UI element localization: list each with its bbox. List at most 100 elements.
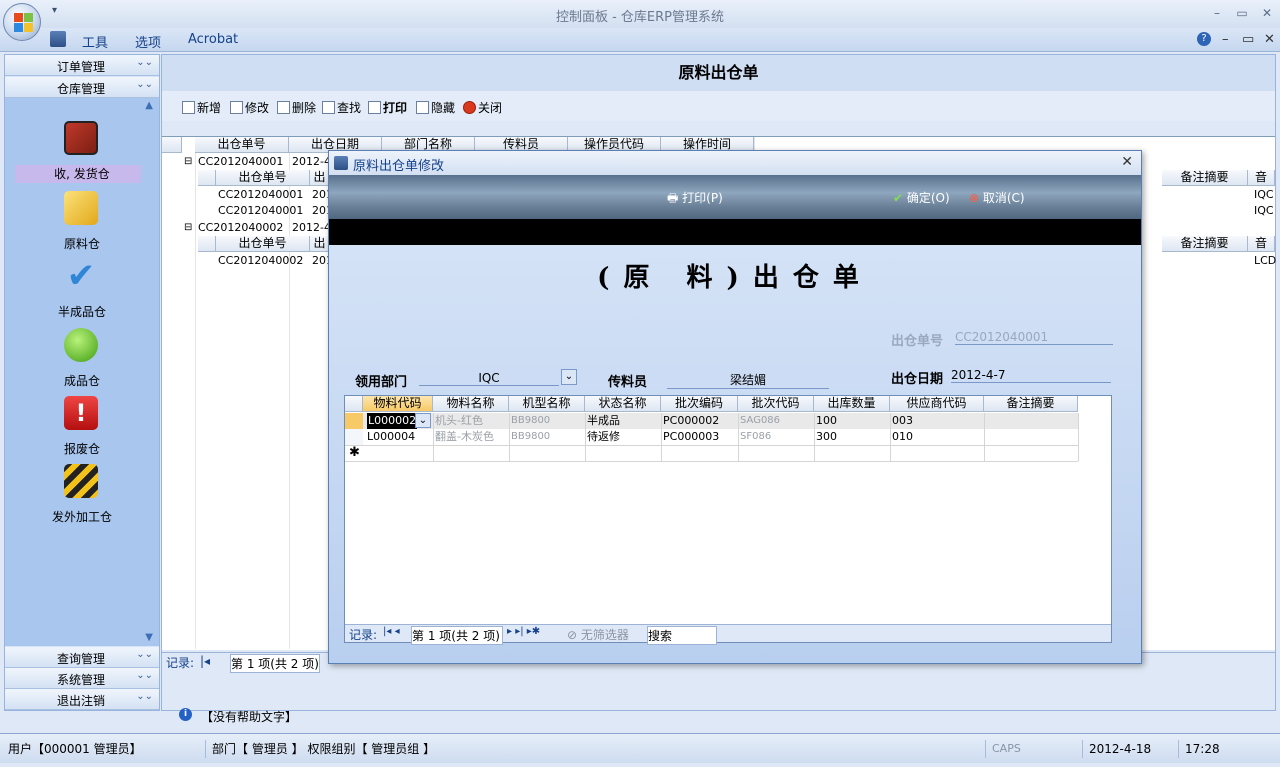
date-field[interactable]: 2012-4-7 (951, 368, 1111, 383)
sub-select-corner[interactable] (198, 170, 216, 186)
select-all-corner[interactable] (162, 137, 182, 153)
sub-col-header[interactable]: 出 (310, 170, 330, 186)
sub-col-header[interactable]: 出仓单号 (216, 236, 310, 252)
menu-options[interactable]: 选项 (135, 32, 161, 51)
dialog-cancel-button[interactable]: ⊗ 取消(C) (969, 189, 1025, 206)
first-record-button[interactable]: |◂ (200, 654, 210, 668)
dialog-close-icon[interactable]: ✕ (1121, 154, 1133, 170)
detail-record-navigator: 记录: |◂ ◂ 第 1 项(共 2 项) ▸ ▸| ▸✱ ⊘ 无筛选器 搜索 (345, 624, 1111, 645)
first-record-button[interactable]: |◂ ◂ (383, 626, 400, 637)
close-button[interactable]: ✕ (1256, 5, 1278, 21)
col-header[interactable]: 出库数量 (814, 396, 890, 412)
detail-grid[interactable]: 物料代码 物料名称 机型名称 状态名称 批次编码 批次代码 出库数量 供应商代码… (344, 395, 1112, 645)
quick-access-dropdown[interactable]: ▾ (52, 5, 57, 16)
mdi-minimize-button[interactable]: – (1222, 32, 1229, 47)
next-record-button[interactable]: ▸ ▸| ▸✱ (507, 626, 540, 637)
delete-icon (277, 101, 290, 114)
nav-item-finished[interactable]: 成品仓 (5, 328, 159, 392)
nav-group-query[interactable]: 查询管理 ⌄⌄ (5, 647, 159, 668)
grid-line (195, 137, 196, 649)
dept-select[interactable]: IQC (419, 371, 559, 386)
search-input[interactable]: 搜索 (647, 626, 717, 645)
edit-button[interactable]: 修改 (230, 99, 269, 116)
nav-item-outsourced[interactable]: 发外加工仓 (5, 464, 159, 528)
nav-item-scrap[interactable]: ! 报废仓 (5, 396, 159, 460)
select-all-corner[interactable] (345, 396, 363, 412)
binoculars-icon (322, 101, 335, 114)
help-icon[interactable]: ? (1197, 32, 1211, 46)
minimize-button[interactable]: – (1206, 5, 1228, 21)
dropdown-arrow-icon[interactable]: ⌄ (415, 413, 431, 428)
expand-toggle-icon[interactable]: ⊟ (184, 220, 192, 236)
new-button[interactable]: 新增 (182, 99, 221, 116)
sub-col-header[interactable]: 备注摘要 (1162, 170, 1248, 186)
material-code-cell[interactable]: L000004 (367, 429, 415, 445)
sub-col-header[interactable]: 音 (1248, 170, 1275, 186)
mdi-restore-button[interactable]: ▭ (1242, 32, 1254, 47)
supplier-cell[interactable]: 003 (892, 413, 913, 429)
col-header[interactable]: 状态名称 (585, 396, 661, 412)
filter-status[interactable]: ⊘ 无筛选器 (567, 626, 629, 643)
scroll-down-icon[interactable]: ▼ (145, 632, 153, 643)
menu-tools[interactable]: 工具 (82, 32, 108, 51)
material-name-cell: 机头-红色 (435, 414, 483, 427)
col-header[interactable]: 出仓单号 (195, 137, 289, 153)
doc-no-field[interactable]: CC2012040001 (955, 330, 1113, 345)
hide-button[interactable]: 隐藏 (416, 99, 455, 116)
chevron-down-icon: ⌄⌄ (136, 57, 153, 68)
restore-button[interactable]: ▭ (1231, 5, 1253, 21)
col-header[interactable]: 物料名称 (433, 396, 509, 412)
dialog-title-bar[interactable]: 原料出仓单修改 ✕ (329, 151, 1141, 175)
chevron-up-icon: ⌄⌄ (136, 79, 153, 90)
status-cell[interactable]: 半成品 (587, 413, 620, 429)
nav-group-order[interactable]: 订单管理 ⌄⌄ (5, 55, 159, 76)
record-position[interactable]: 第 1 项(共 2 项) (411, 626, 503, 645)
batch-no-cell[interactable]: PC000003 (663, 429, 719, 445)
close-form-label: 关闭 (478, 101, 503, 115)
supplier-cell[interactable]: 010 (892, 429, 913, 445)
dialog-ok-button[interactable]: ✔ 确定(O) (893, 189, 950, 206)
sub-col-header[interactable]: 音 (1248, 236, 1275, 252)
hide-icon (416, 101, 429, 114)
nav-group-system[interactable]: 系统管理 ⌄⌄ (5, 668, 159, 689)
office-orb-icon[interactable] (3, 3, 41, 41)
col-header[interactable]: 物料代码 (363, 396, 433, 412)
sub-col-header[interactable]: 备注摘要 (1162, 236, 1248, 252)
nav-item-semi-finished[interactable]: ✔ 半成品仓 (5, 259, 159, 323)
dropdown-arrow-icon[interactable]: ⌄ (561, 369, 577, 385)
sub-col-header[interactable]: 出 (310, 236, 330, 252)
nav-item-receiving[interactable]: 收, 发货仓 (5, 121, 159, 185)
mdi-close-button[interactable]: ✕ (1264, 32, 1275, 47)
delete-button[interactable]: 删除 (277, 99, 316, 116)
print-button[interactable]: 打印 (368, 99, 407, 116)
sub-col-header[interactable]: 出仓单号 (216, 170, 310, 186)
find-button[interactable]: 查找 (322, 99, 361, 116)
nav-group-warehouse[interactable]: 仓库管理 ⌄⌄ (5, 77, 159, 98)
grid-line (585, 413, 586, 461)
col-header[interactable]: 机型名称 (509, 396, 585, 412)
record-position[interactable]: 第 1 项(共 2 项) (230, 654, 320, 673)
col-header[interactable]: 批次编码 (661, 396, 738, 412)
nav-group-label: 查询管理 (57, 652, 106, 666)
batch-no-cell[interactable]: PC000002 (663, 413, 719, 429)
menu-acrobat[interactable]: Acrobat (188, 32, 238, 47)
courier-field[interactable]: 梁结媚 (667, 371, 829, 389)
scroll-up-icon[interactable]: ▲ (145, 100, 153, 111)
material-code-cell[interactable]: L000002 (367, 413, 418, 429)
chevron-down-icon: ⌄⌄ (136, 691, 153, 702)
status-cell[interactable]: 待返修 (587, 429, 620, 445)
col-header[interactable]: 备注摘要 (984, 396, 1078, 412)
dialog-print-button[interactable]: 🖶 打印(P) (667, 189, 723, 210)
col-header[interactable]: 供应商代码 (890, 396, 984, 412)
row-selector[interactable] (345, 429, 363, 445)
sub-select-corner[interactable] (198, 236, 216, 252)
quantity-cell[interactable]: 100 (816, 413, 837, 429)
col-header[interactable]: 批次代码 (738, 396, 814, 412)
quantity-cell[interactable]: 300 (816, 429, 837, 445)
nav-group-logout[interactable]: 退出注销 ⌄⌄ (5, 689, 159, 710)
nav-item-raw-material[interactable]: 原料仓 (5, 191, 159, 255)
remark-cell: IQC (1254, 188, 1274, 201)
row-selector-active[interactable] (345, 413, 363, 429)
close-form-button[interactable]: 关闭 (463, 99, 502, 116)
expand-toggle-icon[interactable]: ⊟ (184, 154, 192, 170)
